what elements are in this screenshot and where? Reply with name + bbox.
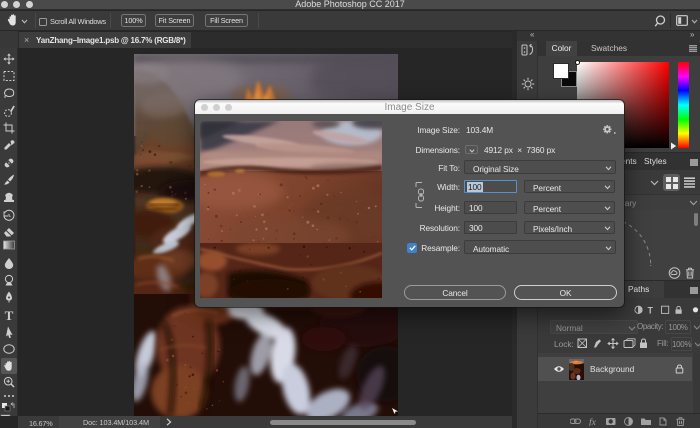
svg-text:T: T	[5, 308, 14, 323]
svg-text:fx: fx	[589, 417, 597, 426]
svg-text:T: T	[648, 306, 654, 315]
